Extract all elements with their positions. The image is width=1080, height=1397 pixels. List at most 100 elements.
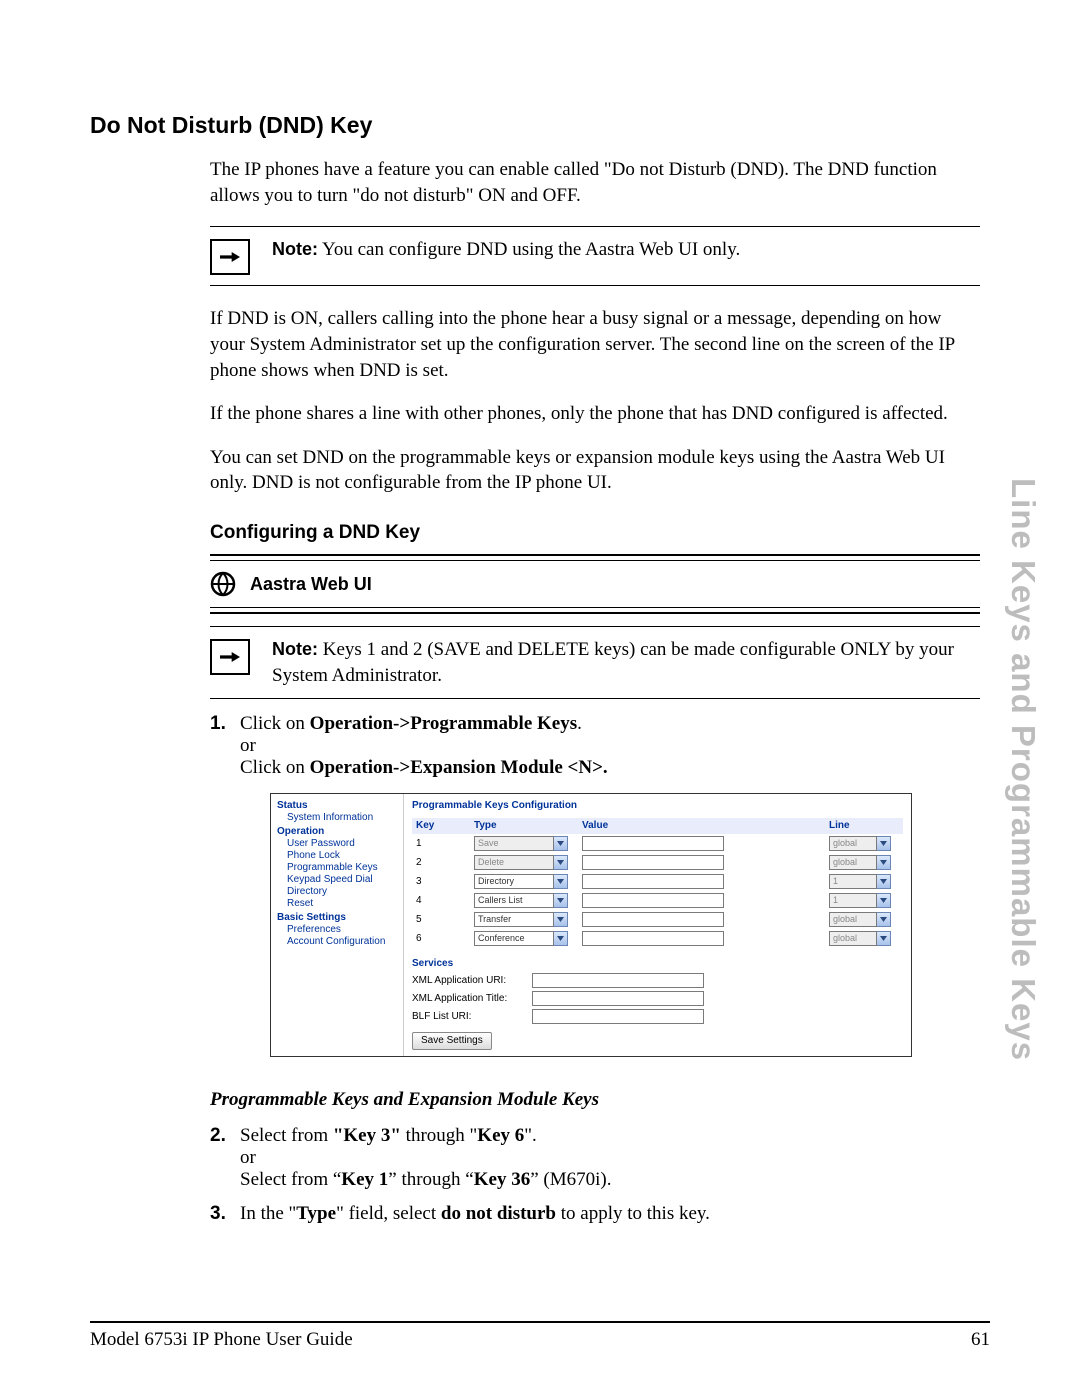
text: .: [577, 713, 582, 734]
service-row: BLF List URI:: [412, 1009, 903, 1024]
table-header: Key: [412, 818, 470, 834]
chevron-down-icon[interactable]: [877, 931, 891, 946]
text: " field, select: [336, 1203, 441, 1224]
chevron-down-icon[interactable]: [877, 912, 891, 927]
chevron-down-icon[interactable]: [554, 874, 568, 889]
sidebar-item[interactable]: Preferences: [287, 924, 397, 936]
text: to apply to this key.: [556, 1203, 710, 1224]
table-header: Line: [825, 818, 903, 834]
table-row: 6 Conference global: [412, 929, 903, 948]
line-dropdown[interactable]: 1: [829, 874, 899, 889]
value-input[interactable]: [582, 893, 724, 908]
table-header: Value: [578, 818, 825, 834]
line-dropdown[interactable]: 1: [829, 893, 899, 908]
table-header: Type: [470, 818, 578, 834]
key-cell: 3: [412, 872, 470, 891]
chevron-down-icon[interactable]: [554, 893, 568, 908]
table-row: 4Callers List1: [412, 891, 903, 910]
value-input[interactable]: [582, 931, 724, 946]
text: ".: [524, 1125, 537, 1146]
chevron-down-icon[interactable]: [554, 912, 568, 927]
table-header-row: KeyTypeValueLine: [412, 818, 903, 834]
chevron-down-icon[interactable]: [554, 855, 568, 870]
sidebar-item[interactable]: Phone Lock: [287, 850, 397, 862]
table-row: 1 Save global: [412, 834, 903, 853]
service-label: XML Application URI:: [412, 975, 532, 987]
subheading: Configuring a DND Key: [210, 522, 980, 544]
footer-rule: [90, 1321, 990, 1323]
sidebar-item[interactable]: Directory: [287, 886, 397, 898]
note-body: You can configure DND using the Aastra W…: [318, 239, 740, 260]
service-label: BLF List URI:: [412, 1011, 532, 1023]
value-input[interactable]: [582, 836, 724, 851]
sidebar-item[interactable]: User Password: [287, 838, 397, 850]
text-bold: Key 6: [477, 1125, 524, 1146]
footer-left: Model 6753i IP Phone User Guide: [90, 1329, 353, 1351]
type-dropdown[interactable]: Conference: [474, 931, 574, 946]
note-1-text: Note: You can configure DND using the Aa…: [272, 237, 740, 263]
service-row: XML Application Title:: [412, 991, 903, 1006]
table-body: 1Saveglobal2Deleteglobal3Directory14Call…: [412, 834, 903, 948]
service-row: XML Application URI:: [412, 973, 903, 988]
step-1: 1. Click on Operation->Programmable Keys…: [210, 713, 980, 1075]
text-bold: Operation->Programmable Keys: [310, 713, 577, 734]
section-heading: Do Not Disturb (DND) Key: [90, 112, 990, 139]
chevron-down-icon[interactable]: [554, 836, 568, 851]
chevron-down-icon[interactable]: [877, 874, 891, 889]
chevron-down-icon[interactable]: [877, 893, 891, 908]
screenshot-sidebar: StatusSystem Information OperationUser Pa…: [271, 794, 404, 1056]
sidebar-group-head: Status: [277, 800, 397, 812]
steps-list-2: 2. Select from "Key 3" through "Key 6". …: [210, 1125, 980, 1225]
text: through ": [401, 1125, 477, 1146]
sidebar-item[interactable]: Programmable Keys: [287, 862, 397, 874]
text: ” through “: [388, 1169, 473, 1190]
paragraph-2: If DND is ON, callers calling into the p…: [210, 306, 980, 383]
key-cell: 5: [412, 910, 470, 929]
divider: [210, 226, 980, 227]
type-dropdown[interactable]: Transfer: [474, 912, 574, 927]
text-bold: Operation->Expansion Module <N>.: [310, 757, 608, 778]
service-input[interactable]: [532, 973, 704, 988]
key-cell: 1: [412, 834, 470, 853]
text-bold: Key 36: [474, 1169, 530, 1190]
service-input[interactable]: [532, 991, 704, 1006]
webui-label: Aastra Web UI: [250, 574, 372, 595]
note-block-2: Note: Keys 1 and 2 (SAVE and DELETE keys…: [210, 637, 980, 688]
sidebar-group-head: Operation: [277, 826, 397, 838]
step-body: Select from "Key 3" through "Key 6". or …: [240, 1125, 980, 1191]
text: Select from: [240, 1125, 333, 1146]
text: or: [240, 735, 256, 756]
save-settings-button[interactable]: Save Settings: [412, 1032, 492, 1050]
divider: [210, 285, 980, 286]
sidebar-item[interactable]: Reset: [287, 898, 397, 910]
line-dropdown[interactable]: global: [829, 855, 899, 870]
type-dropdown[interactable]: Directory: [474, 874, 574, 889]
chevron-down-icon[interactable]: [877, 836, 891, 851]
line-dropdown[interactable]: global: [829, 931, 899, 946]
body-column: The IP phones have a feature you can ena…: [210, 157, 980, 1225]
divider-thick: [210, 612, 980, 614]
sidebar-item[interactable]: Account Configuration: [287, 936, 397, 948]
value-input[interactable]: [582, 855, 724, 870]
chevron-down-icon[interactable]: [877, 855, 891, 870]
chevron-down-icon[interactable]: [554, 931, 568, 946]
type-dropdown[interactable]: Callers List: [474, 893, 574, 908]
line-dropdown[interactable]: global: [829, 836, 899, 851]
value-input[interactable]: [582, 874, 724, 889]
side-tab-label: Line Keys and Programmable Keys: [1004, 478, 1042, 1061]
service-input[interactable]: [532, 1009, 704, 1024]
footer-right: 61: [971, 1329, 990, 1351]
note-body: Keys 1 and 2 (SAVE and DELETE keys) can …: [272, 639, 954, 686]
text: ” (M670i).: [530, 1169, 611, 1190]
type-dropdown[interactable]: Save: [474, 836, 574, 851]
line-dropdown[interactable]: global: [829, 912, 899, 927]
sidebar-item[interactable]: Keypad Speed Dial: [287, 874, 397, 886]
key-cell: 6: [412, 929, 470, 948]
value-input[interactable]: [582, 912, 724, 927]
type-dropdown[interactable]: Delete: [474, 855, 574, 870]
text: In the ": [240, 1203, 296, 1224]
divider: [210, 698, 980, 699]
sidebar-item[interactable]: System Information: [287, 812, 397, 824]
table-row: 3 Directory 1: [412, 872, 903, 891]
step-number: 2.: [210, 1125, 240, 1147]
